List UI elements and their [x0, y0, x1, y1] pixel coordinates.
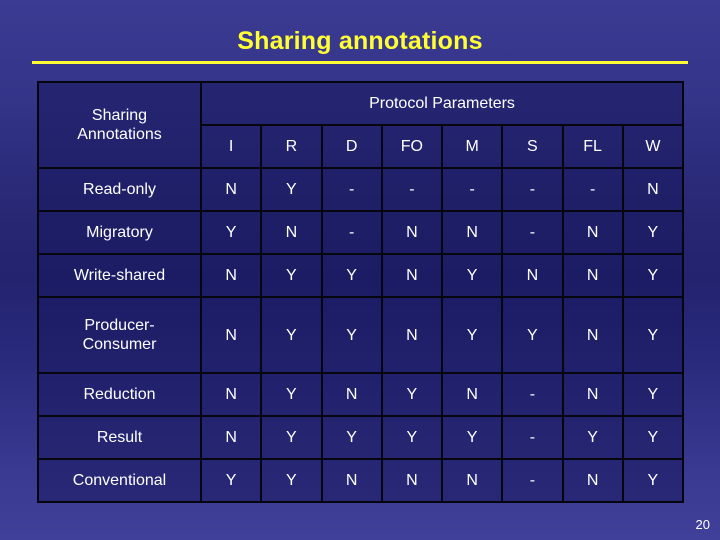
cell-value: - [501, 210, 564, 256]
row-label: Write-shared [37, 253, 202, 299]
cell-value: N [561, 210, 624, 256]
page-title: Sharing annotations [237, 27, 483, 55]
cell-value: Y [440, 253, 504, 299]
column-header-fl: FL [561, 124, 624, 170]
table-corner-header: Sharing Annotations [37, 80, 202, 170]
cell-value: N [440, 457, 504, 504]
cell-value: Y [380, 371, 444, 417]
cell-value: N [380, 296, 444, 374]
row-label: Reduction [37, 371, 202, 417]
sharing-annotations-table: Sharing Annotations Protocol Parameters … [37, 80, 685, 504]
corner-header-line1: Sharing [91, 107, 148, 125]
cell-value: Y [260, 253, 323, 299]
row-label-line1: Producer- [84, 317, 155, 335]
cell-value: Y [320, 253, 383, 299]
group-header-protocol-parameters: Protocol Parameters [200, 80, 684, 127]
cell-value: Y [380, 414, 444, 460]
cell-value: Y [440, 296, 504, 374]
column-header-m: M [440, 124, 504, 170]
table-row: Migratory Y N - N N - N Y [37, 210, 685, 256]
cell-value: N [561, 371, 624, 417]
cell-value: N [501, 253, 564, 299]
cell-value: N [380, 253, 444, 299]
column-header-s: S [501, 124, 564, 170]
cell-value: - [320, 210, 383, 256]
row-label-line2: Consumer [82, 336, 157, 354]
cell-value: Y [621, 371, 685, 417]
cell-value: Y [260, 167, 323, 213]
cell-value: N [260, 210, 323, 256]
cell-value: Y [501, 296, 564, 374]
cell-value: - [501, 167, 564, 213]
cell-value: N [320, 457, 383, 504]
cell-value: - [561, 167, 624, 213]
row-label: Migratory [37, 210, 202, 256]
cell-value: N [199, 371, 263, 417]
cell-value: N [561, 296, 624, 374]
corner-header-line2: Annotations [77, 126, 162, 144]
cell-value: Y [260, 296, 323, 374]
cell-value: Y [260, 414, 323, 460]
cell-value: N [320, 371, 383, 417]
cell-value: Y [621, 253, 685, 299]
cell-value: - [440, 167, 504, 213]
cell-value: - [501, 414, 564, 460]
cell-value: Y [621, 210, 685, 256]
cell-value: Y [199, 210, 263, 256]
table-row: Reduction N Y N Y N - N Y [37, 371, 685, 417]
table-row: Read-only N Y - - - - - N [37, 167, 685, 213]
row-label: Result [37, 414, 202, 460]
cell-value: - [320, 167, 383, 213]
cell-value: N [621, 167, 685, 213]
cell-value: N [440, 210, 504, 256]
column-header-fo: FO [380, 124, 444, 170]
cell-value: Y [260, 371, 323, 417]
column-header-r: R [260, 124, 323, 170]
cell-value: - [380, 167, 444, 213]
cell-value: Y [199, 457, 263, 504]
cell-value: N [380, 457, 444, 504]
cell-value: Y [320, 414, 383, 460]
cell-value: N [199, 167, 263, 213]
cell-value: N [380, 210, 444, 256]
cell-value: Y [621, 414, 685, 460]
column-header-d: D [320, 124, 383, 170]
cell-value: N [561, 457, 624, 504]
cell-value: - [501, 457, 564, 504]
cell-value: Y [320, 296, 383, 374]
cell-value: Y [260, 457, 323, 504]
column-header-w: W [621, 124, 685, 170]
row-label: Read-only [37, 167, 202, 213]
cell-value: N [199, 414, 263, 460]
protocol-parameters-grid: Sharing Annotations Protocol Parameters … [37, 80, 685, 504]
cell-value: N [561, 253, 624, 299]
cell-value: Y [621, 296, 685, 374]
table-body: Sharing Annotations Protocol Parameters … [37, 80, 685, 504]
row-label: Conventional [37, 457, 202, 504]
table-row: Conventional Y Y N N N - N Y [37, 457, 685, 504]
table-header-group-row: Sharing Annotations Protocol Parameters [37, 80, 684, 170]
table-row: Result N Y Y Y Y - Y Y [37, 414, 685, 460]
title-divider [32, 61, 688, 64]
cell-value: Y [440, 414, 504, 460]
page-number: 20 [695, 517, 710, 532]
cell-value: N [199, 296, 263, 374]
cell-value: Y [621, 457, 685, 504]
slide-canvas: Sharing annotations Sharing Annotations … [0, 0, 720, 540]
cell-value: N [199, 253, 263, 299]
table-row: Producer- Consumer N Y Y N Y Y N Y [37, 296, 685, 374]
cell-value: Y [561, 414, 624, 460]
row-label: Producer- Consumer [37, 296, 202, 374]
cell-value: - [501, 371, 564, 417]
cell-value: N [440, 371, 504, 417]
column-header-i: I [199, 124, 263, 170]
table-row: Write-shared N Y Y N Y N N Y [37, 253, 685, 299]
